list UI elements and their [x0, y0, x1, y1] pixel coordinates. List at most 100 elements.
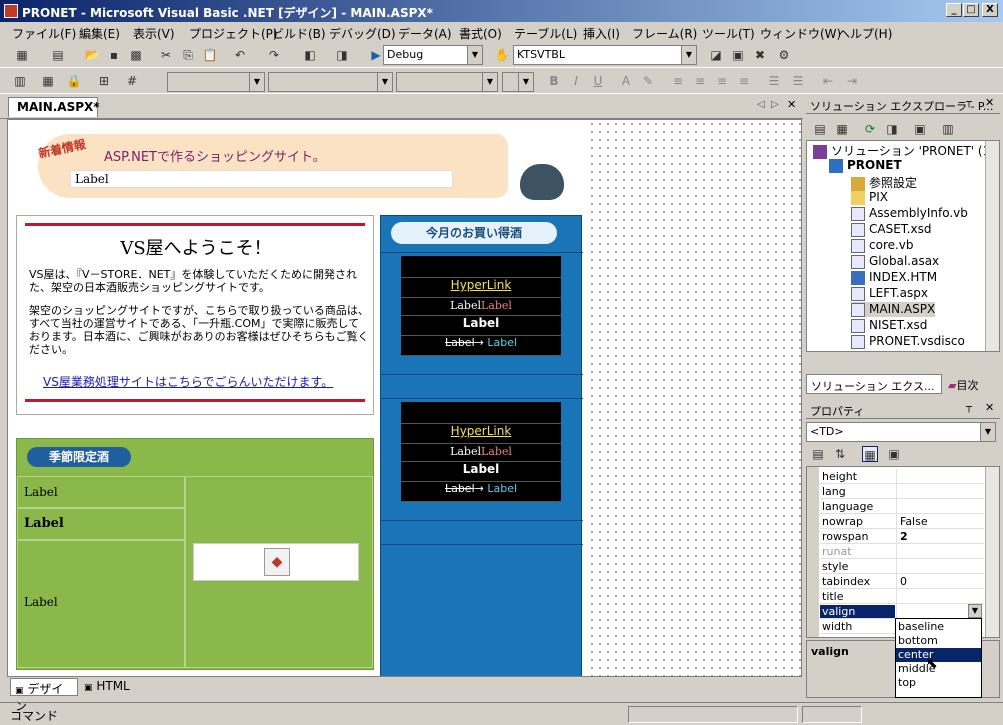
cut-icon[interactable]: ✂ [158, 47, 174, 63]
copy-web-icon[interactable]: ◨ [884, 121, 900, 137]
menu-help[interactable]: ヘルプ(H) [838, 25, 892, 42]
config-select[interactable]: Debug ▼ [383, 45, 483, 65]
menu-frame[interactable]: フレーム(R) [632, 25, 697, 42]
font-size-select[interactable]: ▼ [396, 72, 498, 92]
alphabetical-icon[interactable]: ⇅ [832, 446, 848, 462]
add-item-icon[interactable]: ▤ [50, 47, 66, 63]
lock-icon[interactable]: 🔒 [66, 73, 82, 89]
tree-scrollbar[interactable] [985, 141, 999, 351]
seasonal-cell-1[interactable]: Label [17, 476, 185, 508]
tree-item-main[interactable]: MAIN.ASPX [851, 302, 936, 317]
menu-debug[interactable]: デバッグ(D) [329, 25, 396, 42]
properties-icon[interactable]: ▤ [812, 121, 828, 137]
align-left-icon[interactable]: ≡ [670, 73, 686, 89]
prop-row-valign[interactable]: valign ▼ [820, 604, 984, 619]
pin-icon[interactable]: ┬ [966, 402, 972, 413]
block-format-select[interactable]: ▼ [167, 72, 265, 92]
menu-data[interactable]: データ(A) [398, 25, 452, 42]
tree-item-index[interactable]: INDEX.HTM [851, 270, 937, 285]
bold-icon[interactable]: B [546, 73, 562, 89]
numbered-list-icon[interactable]: ☰ [766, 73, 782, 89]
panel-close-icon[interactable]: ✕ [985, 96, 994, 109]
tree-item-global[interactable]: Global.asax [851, 254, 939, 269]
tab-next-icon[interactable]: ▷ [771, 99, 779, 110]
menu-view[interactable]: 表示(V) [133, 25, 175, 42]
tree-item-vsdisco[interactable]: PRONET.vsdisco [851, 334, 965, 349]
properties-icon[interactable]: ▣ [730, 47, 746, 63]
tree-item-assemblyinfo[interactable]: AssemblyInfo.vb [851, 206, 968, 221]
navigate-forward-icon[interactable]: ◨ [334, 47, 350, 63]
italic-icon[interactable]: I [568, 73, 584, 89]
prop-row-height[interactable]: height [820, 469, 984, 484]
design-surface[interactable]: 新着情報 ASP.NETで作るショッピングサイト。 Label VS屋へようこそ… [7, 119, 802, 677]
card1-hyperlink[interactable]: HyperLink [401, 278, 561, 298]
tab-contents[interactable]: ▰目次 [944, 375, 994, 393]
welcome-link[interactable]: VS屋業務処理サイトはこちらでごらんいただけます。 [43, 373, 333, 390]
property-scrollbar[interactable] [985, 467, 999, 637]
option-top[interactable]: top [898, 676, 980, 690]
start-icon[interactable]: ▶ [368, 47, 384, 63]
menu-window[interactable]: ウィンドウ(W) [760, 25, 841, 42]
find-icon[interactable]: ✋ [494, 47, 510, 63]
navigate-back-icon[interactable]: ◧ [302, 47, 318, 63]
tree-item-caset[interactable]: CASET.xsd [851, 222, 931, 237]
tree-item-core[interactable]: core.vb [851, 238, 914, 253]
refresh-icon[interactable]: ⟳ [862, 121, 878, 137]
tab-design[interactable]: ▣ デザイン [10, 678, 78, 713]
table-icon[interactable]: # [124, 73, 140, 89]
menu-edit[interactable]: 編集(E) [79, 25, 120, 42]
indent-icon[interactable]: ⇥ [844, 73, 860, 89]
class-view-icon[interactable]: ⚙ [776, 47, 792, 63]
tree-project[interactable]: PRONET [829, 158, 902, 173]
show-all-icon[interactable]: ▦ [834, 121, 850, 137]
underline-icon[interactable]: U [590, 73, 606, 89]
tree-item-niset[interactable]: NISET.xsd [851, 318, 927, 333]
maximize-button[interactable]: □ [963, 3, 979, 17]
news-label-box[interactable]: Label [70, 170, 453, 188]
copy-icon[interactable]: ⎘ [180, 47, 196, 63]
prop-row-runat[interactable]: runat [820, 544, 984, 559]
prop-row-lang[interactable]: lang [820, 484, 984, 499]
card2-hyperlink[interactable]: HyperLink [401, 424, 561, 444]
image-placeholder[interactable]: ◆ [193, 543, 359, 581]
option-baseline[interactable]: baseline [898, 620, 980, 634]
tab-prev-icon[interactable]: ◁ [757, 99, 765, 110]
paste-icon[interactable]: 📋 [202, 47, 218, 63]
menu-insert[interactable]: 挿入(I) [583, 25, 620, 42]
justify-icon[interactable]: ≡ [736, 73, 752, 89]
font-color-icon[interactable]: A [618, 73, 634, 89]
font-name-select[interactable]: ▼ [268, 72, 393, 92]
highlight-icon[interactable]: ✎ [640, 73, 656, 89]
tree-item-left[interactable]: LEFT.aspx [851, 286, 928, 301]
prop-row-tabindex[interactable]: tabindex 0 [820, 574, 984, 589]
view-code-icon[interactable]: ▣ [912, 121, 928, 137]
grid-icon[interactable]: ▦ [40, 73, 56, 89]
minimize-button[interactable]: _ [946, 3, 962, 17]
align-right-icon[interactable]: ≡ [714, 73, 730, 89]
prop-row-nowrap[interactable]: nowrap False [820, 514, 984, 529]
view-designer-icon[interactable]: ▥ [940, 121, 956, 137]
prop-row-title[interactable]: title [820, 589, 984, 604]
panel-close-icon[interactable]: ✕ [985, 401, 994, 414]
menu-build[interactable]: ビルド(B) [272, 25, 326, 42]
outdent-icon[interactable]: ⇤ [820, 73, 836, 89]
prop-row-rowspan[interactable]: rowspan 2 [820, 529, 984, 544]
toolbox-icon[interactable]: ✖ [752, 47, 768, 63]
seasonal-cell-3[interactable]: Label [17, 540, 185, 668]
prop-row-style[interactable]: style [820, 559, 984, 574]
seasonal-cell-2[interactable]: Label [17, 508, 185, 540]
properties-view-icon[interactable]: ▦ [862, 446, 878, 462]
align-center-icon[interactable]: ≡ [692, 73, 708, 89]
color-select[interactable]: ▼ [502, 72, 534, 92]
solution-explorer-icon[interactable]: ◪ [708, 47, 724, 63]
tree-pix[interactable]: PIX [851, 190, 888, 205]
menu-table[interactable]: テーブル(L) [514, 25, 577, 42]
design-icon[interactable]: ▥ [12, 73, 28, 89]
option-middle[interactable]: middle [898, 662, 980, 676]
option-center[interactable]: center [896, 648, 981, 662]
save-all-icon[interactable]: ▩ [128, 47, 144, 63]
tab-main-aspx[interactable]: MAIN.ASPX* [8, 97, 100, 117]
undo-icon[interactable]: ↶ [232, 47, 248, 63]
prop-row-language[interactable]: language [820, 499, 984, 514]
chevron-down-icon[interactable]: ▼ [968, 604, 982, 618]
